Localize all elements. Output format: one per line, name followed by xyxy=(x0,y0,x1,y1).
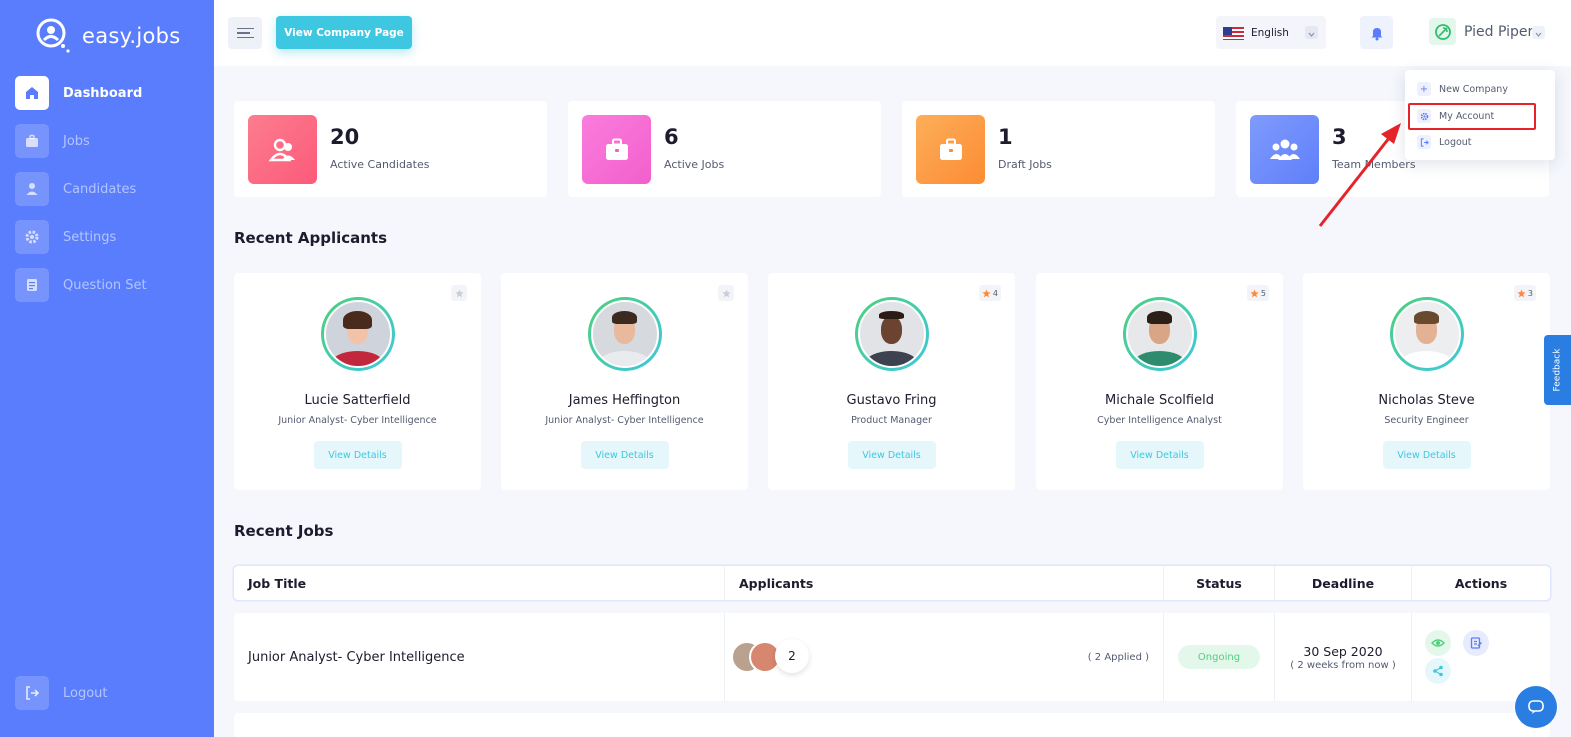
annotation-arrow xyxy=(1318,123,1401,227)
feedback-label: Feedback xyxy=(1552,348,1563,392)
chat-launcher-button[interactable] xyxy=(1515,686,1557,728)
feedback-tab[interactable]: Feedback xyxy=(1544,335,1571,405)
chat-icon xyxy=(1528,700,1544,714)
